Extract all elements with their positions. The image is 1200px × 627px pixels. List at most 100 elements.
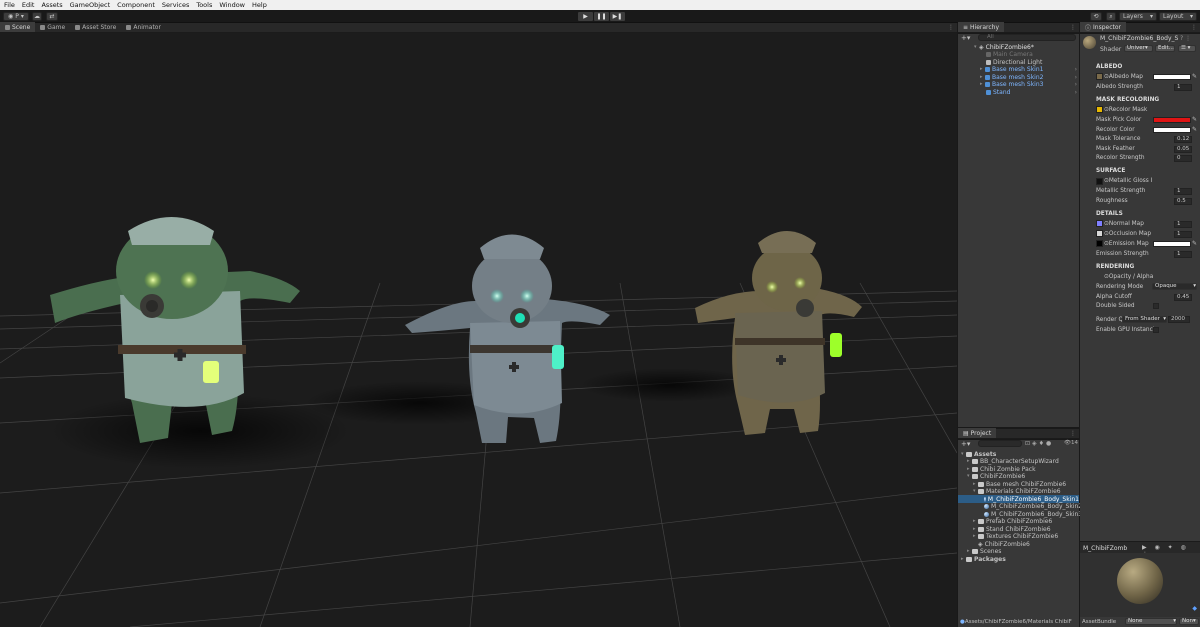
prefab-open-arrows[interactable]: › › › › <box>1075 66 1077 96</box>
menu-gameobject[interactable]: GameObject <box>70 1 111 9</box>
tab-project-label: Project <box>970 429 992 437</box>
mask-feather-field[interactable]: 0.05 <box>1174 146 1192 153</box>
kebab-menu-icon[interactable]: ⋮ <box>948 24 954 31</box>
tab-project[interactable]: ▤ Project <box>958 428 997 438</box>
mask-feather-label: Mask Feather <box>1096 146 1135 152</box>
eyedropper-icon[interactable]: ✎ <box>1192 73 1197 80</box>
menu-window[interactable]: Window <box>219 1 245 9</box>
emission-map-label: ⊙Emission Map <box>1104 241 1149 247</box>
help-icon[interactable]: ? ⋮ <box>1180 35 1191 42</box>
pause-button[interactable]: ❚❚ <box>594 12 609 21</box>
normal-map-field[interactable]: 1 <box>1174 221 1192 228</box>
hierarchy-item-skin1[interactable]: ▸ Base mesh Skin1 <box>980 65 1043 73</box>
hierarchy-tab-strip: ≡ Hierarchy ⋮ <box>958 22 1079 33</box>
tab-hierarchy[interactable]: ≡ Hierarchy <box>958 22 1005 32</box>
recolor-strength-field[interactable]: 0 <box>1174 155 1192 162</box>
account-button[interactable]: ◉ P ▾ <box>3 12 29 21</box>
assetbundle-dropdown[interactable]: None ▾ <box>1125 618 1177 625</box>
history-button[interactable]: ⟲ <box>1090 12 1102 21</box>
kebab-menu-icon[interactable]: ⋮ <box>1070 24 1076 31</box>
kebab-menu-icon[interactable]: ⋮ <box>1070 430 1076 437</box>
menu-help[interactable]: Help <box>252 1 267 9</box>
material-variant-dropdown[interactable]: ☰ ▾ <box>1178 45 1196 52</box>
project-folder-scenes[interactable]: ▸ Scenes <box>967 547 1001 555</box>
recolor-color-swatch[interactable] <box>1153 127 1191 133</box>
metallic-gloss-texture-slot[interactable] <box>1096 178 1103 185</box>
emission-strength-field[interactable]: 1 <box>1174 251 1192 258</box>
folder-icon <box>966 556 972 562</box>
kebab-menu-icon[interactable]: ⋮ <box>1191 24 1197 31</box>
mask-pick-color-label: Mask Pick Color <box>1096 117 1142 123</box>
alpha-cutoff-field[interactable]: 0.45 <box>1174 294 1192 301</box>
layers-dropdown[interactable]: Layers ▾ <box>1119 12 1157 21</box>
render-queue-dropdown[interactable]: From Shader ▾ <box>1122 316 1167 323</box>
tab-animator[interactable]: Animator <box>121 22 166 32</box>
rendering-mode-dropdown[interactable]: Opaque ▾ <box>1152 283 1197 290</box>
menu-file[interactable]: File <box>4 1 15 9</box>
double-sided-checkbox[interactable] <box>1153 303 1159 309</box>
item-label: Base mesh Skin1 <box>992 65 1044 73</box>
normal-map-label: ⊙Normal Map <box>1104 221 1144 227</box>
tab-scene[interactable]: Scene <box>0 22 36 32</box>
tab-game[interactable]: Game <box>35 22 70 32</box>
eyedropper-icon[interactable]: ✎ <box>1192 126 1197 133</box>
occlusion-map-field[interactable]: 1 <box>1174 231 1192 238</box>
info-icon: ⓘ <box>1085 24 1092 32</box>
cloud-button[interactable]: ☁ <box>32 12 42 21</box>
step-button[interactable]: ▶❚ <box>610 12 625 21</box>
occlusion-map-texture-slot[interactable] <box>1096 230 1103 237</box>
menu-services[interactable]: Services <box>162 1 189 9</box>
project-search-input[interactable] <box>978 440 1022 447</box>
create-asset-button[interactable]: +▾ <box>961 440 970 448</box>
albedo-color-swatch[interactable] <box>1153 74 1191 80</box>
filter-icons[interactable]: ⊡◈♦● <box>1025 440 1053 447</box>
hierarchy-search-input[interactable]: All <box>978 34 1076 41</box>
shader-edit-button[interactable]: Edit... <box>1155 45 1175 52</box>
metallic-strength-field[interactable]: 1 <box>1174 188 1192 195</box>
hierarchy-item-stand[interactable]: Stand <box>986 88 1010 96</box>
recolor-mask-texture-slot[interactable] <box>1096 106 1103 113</box>
gameobject-icon <box>986 59 991 65</box>
project-packages-root[interactable]: ▸ Packages <box>961 555 1006 563</box>
project-item-material-skin2[interactable]: M_ChibiFZombie6_Body_Skin2 <box>984 502 1082 510</box>
albedo-strength-field[interactable]: 1 <box>1174 84 1192 91</box>
mask-tolerance-field[interactable]: 0.12 <box>1174 136 1192 143</box>
shader-dropdown[interactable]: Univer▾ <box>1124 45 1153 52</box>
add-object-button[interactable]: +▾ <box>961 34 970 42</box>
tab-asset-store[interactable]: Asset Store <box>70 22 121 32</box>
project-folder-chibifzombie6[interactable]: ▾ ChibiFZombie6 <box>967 472 1025 480</box>
path-label: Assets/ChibiFZombie6/Materials ChibiF <box>964 619 1072 625</box>
albedo-texture-slot[interactable] <box>1096 73 1103 80</box>
menu-tools[interactable]: Tools <box>196 1 212 9</box>
tab-inspector[interactable]: ⓘ Inspector <box>1080 22 1127 32</box>
tab-asset-store-label: Asset Store <box>82 23 117 31</box>
project-folder-bb-wizard[interactable]: ▸ BB_CharacterSetupWizard <box>967 457 1059 465</box>
mask-pick-color-swatch[interactable] <box>1153 117 1191 123</box>
emission-map-texture-slot[interactable] <box>1096 240 1103 247</box>
hierarchy-item-skin3[interactable]: ▸ Base mesh Skin3 <box>980 80 1043 88</box>
hierarchy-item-main-camera[interactable]: Main Camera <box>986 50 1033 58</box>
layers-label: Layers <box>1123 13 1143 20</box>
project-folder-prefab[interactable]: ▸ Prefab ChibiFZombie6 <box>973 517 1052 525</box>
tag-icon[interactable]: ◆ <box>1192 605 1197 612</box>
folder-icon <box>972 458 978 464</box>
layout-dropdown[interactable]: Layout ▾ <box>1159 12 1197 21</box>
scene-viewport[interactable] <box>0 33 957 627</box>
project-folder-materials[interactable]: ▾ Materials ChibiFZombie6 <box>973 487 1061 495</box>
collab-button[interactable]: ⇄ <box>46 12 58 21</box>
menu-edit[interactable]: Edit <box>22 1 35 9</box>
menu-assets[interactable]: Assets <box>41 1 62 9</box>
render-queue-field[interactable]: 2000 <box>1168 316 1190 323</box>
assetbundle-variant-dropdown[interactable]: Non▾ <box>1179 618 1199 625</box>
normal-map-texture-slot[interactable] <box>1096 220 1103 227</box>
gpu-instancing-checkbox[interactable] <box>1153 327 1159 333</box>
eyedropper-icon[interactable]: ✎ <box>1192 240 1197 247</box>
material-preview-area[interactable]: ◆ <box>1080 553 1200 617</box>
eyedropper-icon[interactable]: ✎ <box>1192 116 1197 123</box>
menu-component[interactable]: Component <box>117 1 155 9</box>
play-button[interactable]: ▶ <box>578 12 593 21</box>
emission-color-swatch[interactable] <box>1153 241 1191 247</box>
search-button[interactable]: ⌕ <box>1106 12 1116 21</box>
project-folder-textures[interactable]: ▸ Textures ChibiFZombie6 <box>973 532 1058 540</box>
roughness-field[interactable]: 0.5 <box>1174 198 1192 205</box>
